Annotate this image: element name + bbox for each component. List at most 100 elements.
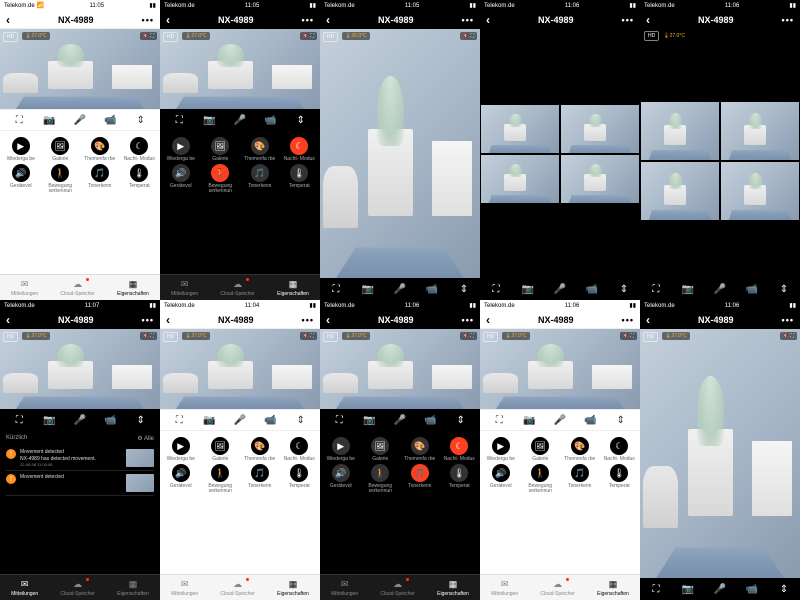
record-icon[interactable]: 📹 <box>585 282 599 296</box>
motion-button[interactable]: 🚶Bewegung serkennun <box>202 464 240 494</box>
playback-button[interactable]: ▶Wiederga be <box>482 437 520 462</box>
camera-icon[interactable]: 📷 <box>43 413 57 427</box>
camera-icon[interactable]: 📷 <box>361 282 375 296</box>
more-icon[interactable]: ••• <box>142 315 154 325</box>
theme-button[interactable]: 🎨Themenfa rbe <box>241 437 279 462</box>
mic-icon[interactable]: 🎤 <box>713 282 727 296</box>
more-icon[interactable]: ••• <box>782 15 794 25</box>
motion-button[interactable]: 🚶Bewegung serkennun <box>202 164 240 194</box>
fullscreen-icon[interactable]: ⛶ <box>12 113 26 127</box>
volume-button[interactable]: 🔊Gerätevol <box>162 464 200 494</box>
volume-button[interactable]: 🔊Gerätevol <box>482 464 520 494</box>
expand-icon[interactable]: ⇕ <box>454 413 468 427</box>
gallery-button[interactable]: 🖼Galerie <box>202 437 240 462</box>
camera-icon[interactable]: 📷 <box>203 113 217 127</box>
expand-icon[interactable]: ⇕ <box>134 113 148 127</box>
hd-badge[interactable]: HD <box>3 32 18 42</box>
more-icon[interactable]: ••• <box>462 315 474 325</box>
gallery-button[interactable]: 🖼Galerie <box>42 137 80 162</box>
motion-button[interactable]: 🚶Bewegung serkennun <box>522 464 560 494</box>
video-feed[interactable]: HD🌡27.0°C🔇 ⛶ <box>480 329 640 409</box>
audio-button[interactable]: 🎵Tonerkenn <box>401 464 439 494</box>
camera-icon[interactable]: 📷 <box>681 282 695 296</box>
temp-button[interactable]: 🌡Temperat <box>601 464 639 494</box>
more-icon[interactable]: ••• <box>302 15 314 25</box>
motion-button[interactable]: 🚶Bewegung serkennun <box>362 464 400 494</box>
camera-tile-4[interactable] <box>560 154 640 204</box>
expand-icon[interactable]: ⇕ <box>294 113 308 127</box>
video-feed[interactable]: HD🌡26.0°C🔇 ⛶ <box>320 29 480 278</box>
playback-button[interactable]: ▶Wiederga be <box>2 137 40 162</box>
more-icon[interactable]: ••• <box>462 15 474 25</box>
tab-messages[interactable]: ✉Mitteilungen <box>491 579 518 597</box>
video-feed[interactable]: HD🌡27.0°C🔇 ⛶ <box>0 329 160 409</box>
mic-icon[interactable]: 🎤 <box>553 413 567 427</box>
temp-button[interactable]: 🌡Temperat <box>441 464 479 494</box>
camera-icon[interactable]: 📷 <box>681 582 695 596</box>
fullscreen-icon[interactable]: ⛶ <box>489 282 503 296</box>
camera-icon[interactable]: 📷 <box>203 413 217 427</box>
alert-item[interactable]: ! Movement detected <box>6 471 154 496</box>
mic-icon[interactable]: 🎤 <box>393 282 407 296</box>
record-icon[interactable]: 📹 <box>103 413 117 427</box>
tab-props[interactable]: ▦Eigenschaften <box>437 579 469 597</box>
tab-messages[interactable]: ✉Mitteilungen <box>171 279 198 297</box>
video-controls[interactable]: 🔇 ⛶ <box>140 32 157 40</box>
record-icon[interactable]: 📹 <box>263 413 277 427</box>
filter-all[interactable]: ⚙ Alle <box>137 435 154 442</box>
mic-icon[interactable]: 🎤 <box>713 582 727 596</box>
video-feed[interactable]: HD🌡27.0°C🔇 ⛶ <box>160 29 320 109</box>
tab-props[interactable]: ▦Eigenschaften <box>597 579 629 597</box>
tab-cloud[interactable]: ☁Cloud-Speicher <box>380 579 414 597</box>
mic-icon[interactable]: 🎤 <box>233 113 247 127</box>
camera-icon[interactable]: 📷 <box>43 113 57 127</box>
video-feed[interactable]: HD🌡27.0°C🔇 ⛶ <box>320 329 480 409</box>
mic-icon[interactable]: 🎤 <box>393 413 407 427</box>
mic-icon[interactable]: 🎤 <box>553 282 567 296</box>
more-icon[interactable]: ••• <box>622 15 634 25</box>
motion-button[interactable]: 🚶Bewegung serkennun <box>42 164 80 194</box>
tab-props[interactable]: ▦Eigenschaften <box>117 579 149 597</box>
fullscreen-icon[interactable]: ⛶ <box>492 413 506 427</box>
expand-icon[interactable]: ⇕ <box>777 582 791 596</box>
theme-button[interactable]: 🎨Themenfa rbe <box>561 437 599 462</box>
expand-icon[interactable]: ⇕ <box>294 413 308 427</box>
mic-icon[interactable]: 🎤 <box>73 413 87 427</box>
audio-button[interactable]: 🎵Tonerkenn <box>81 164 119 194</box>
camera-tile-2[interactable] <box>560 104 640 154</box>
mic-icon[interactable]: 🎤 <box>73 113 87 127</box>
camera-tile-3[interactable] <box>640 161 720 221</box>
gallery-button[interactable]: 🖼Galerie <box>362 437 400 462</box>
record-icon[interactable]: 📹 <box>423 413 437 427</box>
tab-messages[interactable]: ✉Mitteilungen <box>171 579 198 597</box>
record-icon[interactable]: 📹 <box>745 282 759 296</box>
record-icon[interactable]: 📹 <box>583 413 597 427</box>
gallery-button[interactable]: 🖼Galerie <box>522 437 560 462</box>
camera-tile-2[interactable] <box>720 101 800 161</box>
more-icon[interactable]: ••• <box>782 315 794 325</box>
audio-button[interactable]: 🎵Tonerkenn <box>241 164 279 194</box>
record-icon[interactable]: 📹 <box>103 113 117 127</box>
tab-props[interactable]: ▦Eigenschaften <box>277 579 309 597</box>
theme-button[interactable]: 🎨Themenfa rbe <box>81 137 119 162</box>
tab-cloud[interactable]: ☁Cloud-Speicher <box>60 579 94 597</box>
audio-button[interactable]: 🎵Tonerkenn <box>561 464 599 494</box>
night-button[interactable]: ☾Nacht- Modus <box>281 437 319 462</box>
expand-icon[interactable]: ⇕ <box>457 282 471 296</box>
camera-tile-1[interactable] <box>480 104 560 154</box>
record-icon[interactable]: 📹 <box>745 582 759 596</box>
camera-tile-4[interactable] <box>720 161 800 221</box>
temp-button[interactable]: 🌡Temperat <box>281 464 319 494</box>
video-feed[interactable]: HD🌡27.0°C🔇 ⛶ <box>640 329 800 578</box>
volume-button[interactable]: 🔊Gerätevol <box>322 464 360 494</box>
tab-messages[interactable]: ✉Mitteilungen <box>11 279 38 297</box>
fullscreen-icon[interactable]: ⛶ <box>172 413 186 427</box>
record-icon[interactable]: 📹 <box>425 282 439 296</box>
expand-icon[interactable]: ⇕ <box>617 282 631 296</box>
expand-icon[interactable]: ⇕ <box>614 413 628 427</box>
temp-button[interactable]: 🌡Temperat <box>281 164 319 194</box>
tab-props[interactable]: ▦Eigenschaften <box>117 279 149 297</box>
camera-icon[interactable]: 📷 <box>521 282 535 296</box>
alert-item[interactable]: ! Movement detectedNX-4989 has detected … <box>6 446 154 471</box>
fullscreen-icon[interactable]: ⛶ <box>332 413 346 427</box>
